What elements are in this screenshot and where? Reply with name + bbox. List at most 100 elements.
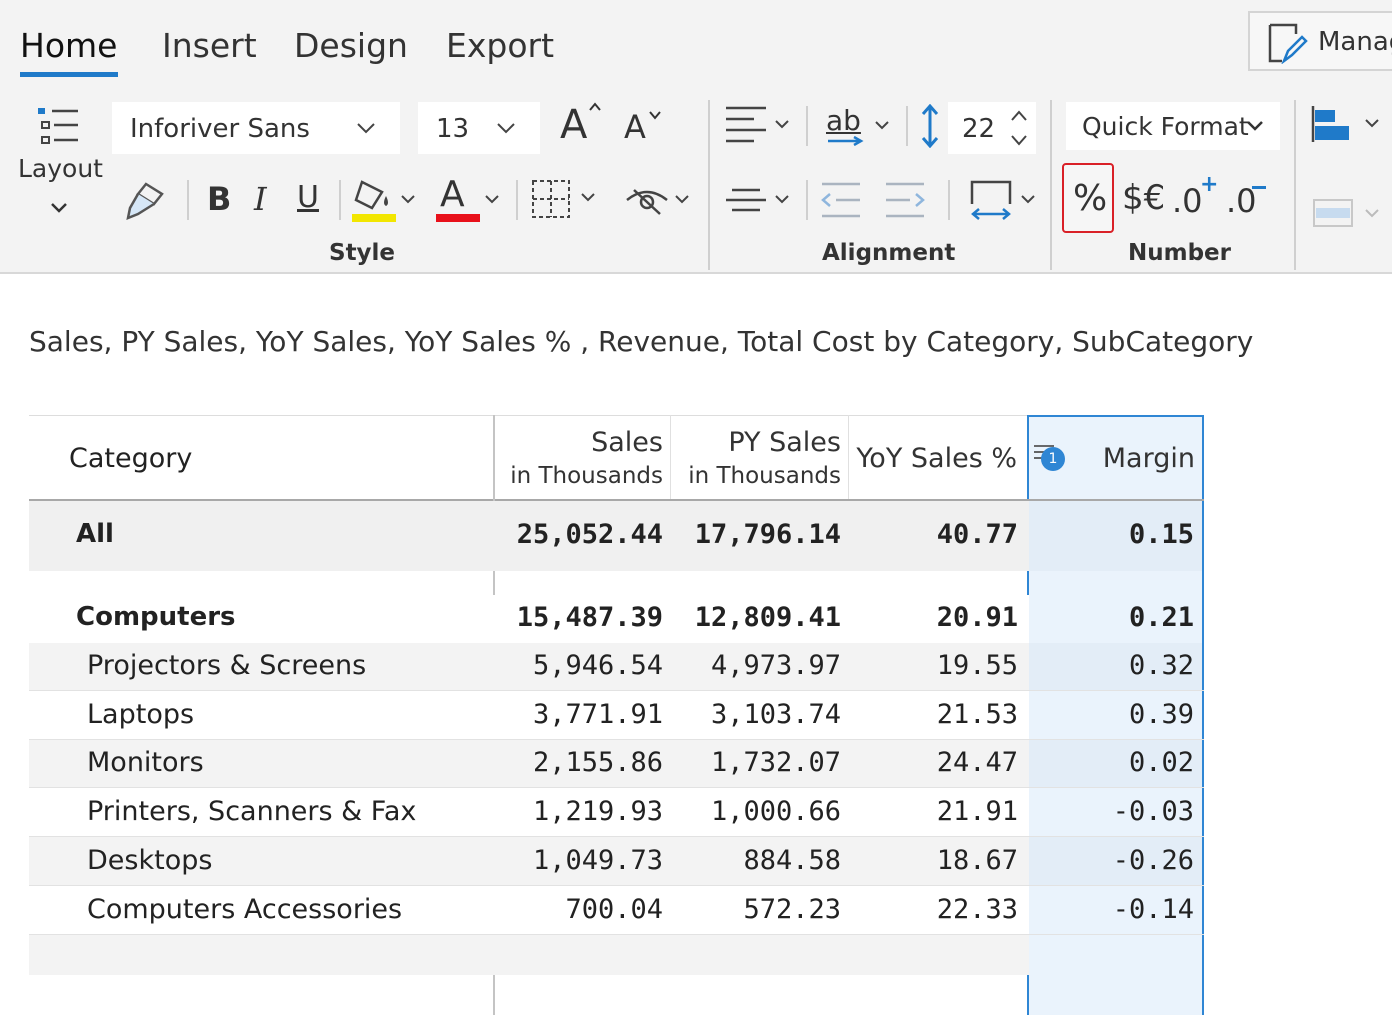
report-title: Sales, PY Sales, YoY Sales, YoY Sales % …: [29, 325, 1254, 358]
cell-py: 1,732.07: [710, 747, 841, 778]
horizontal-align-button[interactable]: [724, 104, 794, 144]
column-width-button[interactable]: [966, 176, 1042, 224]
stepper-arrows-icon[interactable]: [1010, 108, 1028, 148]
row-label: Printers, Scanners & Fax: [87, 796, 417, 827]
chevron-down-icon: [775, 195, 789, 204]
caret-up-icon: [589, 102, 601, 111]
chevron-down-icon: [775, 120, 789, 129]
chevron-down-icon: [485, 195, 499, 204]
tab-home[interactable]: Home: [20, 26, 117, 65]
separator: [906, 106, 908, 146]
chevron-down-icon: [1021, 195, 1035, 204]
group-separator: [708, 100, 710, 270]
tab-design[interactable]: Design: [294, 26, 408, 65]
quick-format-select[interactable]: Quick Format: [1066, 102, 1280, 150]
separator: [948, 180, 950, 220]
cell-style-button[interactable]: [1310, 196, 1382, 230]
ribbon-toolbar: Home Insert Design Export Manag Layout I…: [0, 0, 1392, 274]
table-row[interactable]: Computers 15,487.39 12,809.41 20.91 0.21: [29, 595, 1204, 643]
borders-button[interactable]: [528, 176, 602, 222]
row-label: Computers: [76, 602, 236, 632]
table-row[interactable]: Desktops 1,049.73 884.58 18.67 -0.26: [29, 837, 1204, 886]
cell-py: 1,000.66: [710, 796, 841, 827]
manage-button-label: Manag: [1318, 27, 1392, 57]
manage-button[interactable]: Manag: [1248, 11, 1392, 71]
cell-yoy: 20.91: [936, 602, 1018, 633]
cell-sales: 3,771.91: [532, 699, 663, 730]
table-row[interactable]: Laptops 3,771.91 3,103.74 21.53 0.39: [29, 691, 1204, 740]
cell-margin: -0.14: [1112, 894, 1194, 925]
currency-format-button[interactable]: $€: [1122, 178, 1165, 218]
line-height-value: 22: [962, 114, 996, 144]
row-label: Computers Accessories: [87, 894, 403, 925]
increase-decimals-label: .0: [1172, 182, 1203, 220]
separator: [187, 180, 189, 220]
layout-label: Layout: [18, 154, 103, 183]
tab-insert[interactable]: Insert: [162, 26, 257, 65]
separator: [516, 180, 518, 220]
font-family-select[interactable]: Inforiver Sans: [112, 102, 400, 154]
cell-margin: 0.21: [1128, 602, 1194, 633]
line-height-stepper[interactable]: 22: [948, 102, 1036, 154]
percent-format-button[interactable]: %: [1062, 163, 1114, 233]
fill-color-swatch: [352, 214, 396, 222]
separator: [806, 180, 808, 220]
table-row[interactable]: Computers Accessories 700.04 572.23 22.33 -0…: [29, 886, 1204, 935]
fill-color-button[interactable]: [350, 176, 420, 224]
text-wrap-button[interactable]: ab: [824, 104, 894, 148]
group-separator: [1050, 100, 1052, 270]
visibility-button[interactable]: [624, 180, 694, 220]
row-label: Projectors & Screens: [87, 650, 367, 681]
font-size-value: 13: [436, 114, 470, 144]
layout-button[interactable]: Layout: [14, 100, 103, 224]
italic-button[interactable]: I: [254, 180, 267, 218]
bold-button[interactable]: B: [207, 180, 231, 218]
underline-button[interactable]: U: [297, 180, 319, 215]
cell-sales: 15,487.39: [516, 602, 663, 633]
arrow-right-icon: [828, 136, 864, 146]
row-label: Laptops: [87, 699, 195, 730]
decrease-font-icon: A: [624, 108, 646, 146]
increase-indent-icon[interactable]: [884, 180, 926, 220]
table-row[interactable]: Printers, Scanners & Fax 1,219.93 1,000.66…: [29, 788, 1204, 837]
percent-icon: %: [1073, 178, 1108, 219]
header-category[interactable]: Category: [69, 443, 192, 474]
table-row[interactable]: Monitors 2,155.86 1,732.07 24.47 0.02: [29, 740, 1204, 788]
header-margin[interactable]: Margin: [1029, 443, 1195, 474]
format-painter-icon[interactable]: [124, 178, 168, 222]
separator: [806, 106, 808, 146]
table-row[interactable]: Projectors & Screens 5,946.54 4,973.97 19.5…: [29, 643, 1204, 691]
cell-style-icon: [1313, 199, 1353, 227]
decrease-font-size-button[interactable]: A: [622, 106, 668, 150]
tab-export[interactable]: Export: [446, 26, 554, 65]
table-row[interactable]: All 25,052.44 17,796.14 40.77 0.15: [29, 501, 1204, 571]
chart-align-button[interactable]: [1310, 104, 1382, 144]
active-tab-indicator: [20, 72, 118, 77]
group-separator: [1294, 100, 1296, 270]
row-label: Monitors: [87, 747, 204, 778]
increase-decimals-button[interactable]: .0 +: [1172, 172, 1222, 224]
cell-yoy: 22.33: [936, 894, 1018, 925]
decrease-decimals-button[interactable]: .0: [1226, 176, 1276, 224]
header-yoy-sales-pct[interactable]: YoY Sales %: [849, 443, 1017, 474]
bar-align-icon: [1311, 106, 1349, 142]
hide-icon: [626, 189, 668, 215]
cell-sales: 700.04: [565, 894, 663, 925]
header-py-sales[interactable]: PY Sales: [673, 427, 841, 458]
header-sales[interactable]: Sales: [495, 427, 663, 458]
font-color-button[interactable]: A: [434, 174, 504, 224]
decrease-indent-icon[interactable]: [820, 180, 862, 220]
cell-sales: 1,049.73: [532, 845, 663, 876]
column-divider: [848, 415, 849, 499]
increase-font-size-button[interactable]: A: [558, 100, 604, 150]
font-size-select[interactable]: 13: [418, 102, 540, 154]
vertical-align-button[interactable]: [724, 180, 794, 220]
cell-py: 3,103.74: [710, 699, 841, 730]
cell-margin: 0.02: [1128, 747, 1194, 778]
row-label: All: [76, 519, 114, 549]
chevron-down-icon: [1365, 119, 1379, 128]
cell-sales: 5,946.54: [532, 650, 663, 681]
column-divider: [670, 415, 671, 499]
align-center-icon: [726, 188, 766, 212]
minus-icon: [1252, 186, 1266, 189]
